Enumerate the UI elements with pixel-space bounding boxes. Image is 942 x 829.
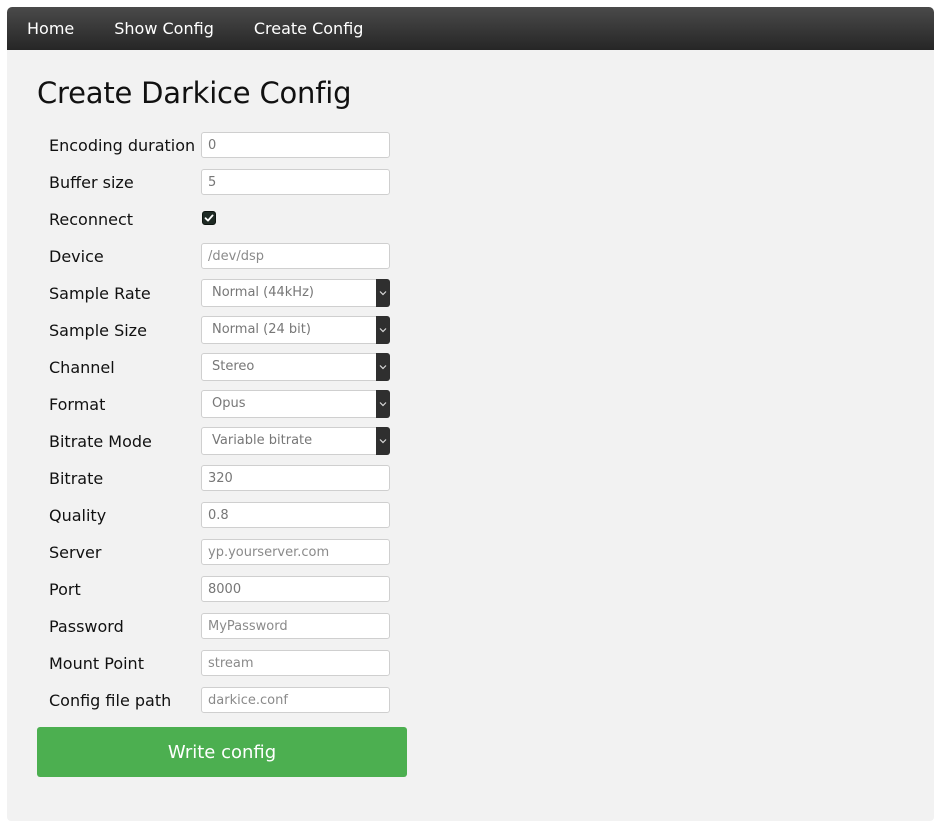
bitrate-label: Bitrate xyxy=(49,469,104,488)
sample-rate-row: Sample Rate Normal (44kHz) xyxy=(49,279,409,307)
device-label: Device xyxy=(49,247,104,266)
write-config-button[interactable]: Write config xyxy=(37,727,407,777)
channel-select[interactable]: Stereo xyxy=(201,353,390,381)
chevron-down-icon[interactable] xyxy=(376,316,390,344)
sample-size-select[interactable]: Normal (24 bit) xyxy=(201,316,390,344)
nav-home-link[interactable]: Home xyxy=(27,19,74,38)
sample-size-label: Sample Size xyxy=(49,321,147,340)
mount-point-input[interactable] xyxy=(201,650,390,676)
sample-rate-selected-value: Normal (44kHz) xyxy=(212,285,314,300)
mount-point-row: Mount Point xyxy=(49,650,409,677)
chevron-down-icon[interactable] xyxy=(376,353,390,381)
device-input[interactable] xyxy=(201,243,390,269)
reconnect-checkbox[interactable] xyxy=(202,211,216,225)
format-label: Format xyxy=(49,395,106,414)
channel-selected-value: Stereo xyxy=(212,359,255,374)
sample-rate-label: Sample Rate xyxy=(49,284,151,303)
nav-show-config-link[interactable]: Show Config xyxy=(114,19,214,38)
encoding-duration-input[interactable] xyxy=(201,132,390,158)
format-select[interactable]: Opus xyxy=(201,390,390,418)
top-navbar: Home Show Config Create Config xyxy=(7,7,934,50)
quality-input[interactable] xyxy=(201,502,390,528)
encoding-duration-label: Encoding duration xyxy=(49,136,196,155)
bitrate-mode-label: Bitrate Mode xyxy=(49,432,152,451)
port-input[interactable] xyxy=(201,576,390,602)
chevron-down-icon[interactable] xyxy=(376,427,390,455)
chevron-down-icon[interactable] xyxy=(376,279,390,307)
port-label: Port xyxy=(49,580,81,599)
quality-row: Quality xyxy=(49,502,409,529)
encoding-duration-row: Encoding duration xyxy=(49,132,409,159)
buffer-size-input[interactable] xyxy=(201,169,390,195)
chevron-down-icon[interactable] xyxy=(376,390,390,418)
channel-row: Channel Stereo xyxy=(49,353,409,381)
nav-create-config-link[interactable]: Create Config xyxy=(254,19,364,38)
bitrate-input[interactable] xyxy=(201,465,390,491)
sample-size-row: Sample Size Normal (24 bit) xyxy=(49,316,409,344)
buffer-size-label: Buffer size xyxy=(49,173,134,192)
password-label: Password xyxy=(49,617,124,636)
config-file-path-label: Config file path xyxy=(49,691,172,710)
sample-size-selected-value: Normal (24 bit) xyxy=(212,322,311,337)
bitrate-row: Bitrate xyxy=(49,465,409,492)
quality-label: Quality xyxy=(49,506,107,525)
server-row: Server xyxy=(49,539,409,566)
sample-rate-select[interactable]: Normal (44kHz) xyxy=(201,279,390,307)
buffer-size-row: Buffer size xyxy=(49,169,409,196)
server-input[interactable] xyxy=(201,539,390,565)
password-row: Password xyxy=(49,613,409,640)
config-file-path-input[interactable] xyxy=(201,687,390,713)
checkmark-icon xyxy=(204,214,214,222)
server-label: Server xyxy=(49,543,102,562)
bitrate-mode-select[interactable]: Variable bitrate xyxy=(201,427,390,455)
channel-label: Channel xyxy=(49,358,115,377)
config-file-path-row: Config file path xyxy=(49,687,409,714)
bitrate-mode-selected-value: Variable bitrate xyxy=(212,433,313,448)
bitrate-mode-row: Bitrate Mode Variable bitrate xyxy=(49,427,409,455)
reconnect-row: Reconnect xyxy=(49,206,409,233)
device-row: Device xyxy=(49,243,409,270)
mount-point-label: Mount Point xyxy=(49,654,144,673)
password-input[interactable] xyxy=(201,613,390,639)
format-selected-value: Opus xyxy=(212,396,246,411)
port-row: Port xyxy=(49,576,409,603)
format-row: Format Opus xyxy=(49,390,409,418)
page-title: Create Darkice Config xyxy=(37,76,352,110)
main-panel: Create Darkice Config Encoding duration … xyxy=(7,50,934,821)
reconnect-label: Reconnect xyxy=(49,210,134,229)
